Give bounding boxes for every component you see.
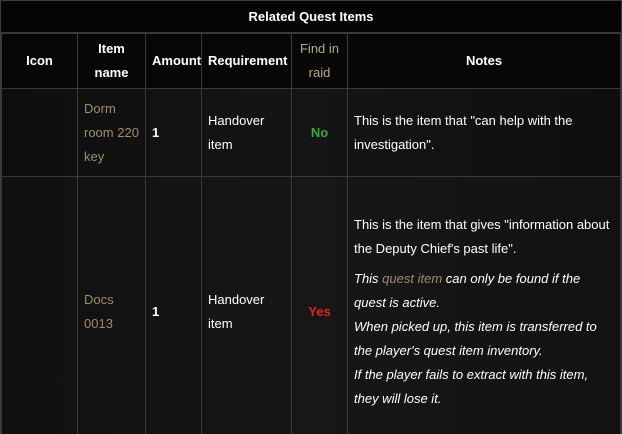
header-item-name-line2: name <box>94 65 129 80</box>
note-extract: If the player fails to extract with this… <box>354 367 589 406</box>
table-header-row: Icon Item name Amount Requirement Find i… <box>1 33 621 89</box>
item-notes: This is the item that "can help with the… <box>347 88 621 177</box>
item-icon-cell <box>1 176 78 434</box>
quest-items-table: Icon Item name Amount Requirement Find i… <box>1 33 621 434</box>
table-row: Dorm room 220 key 1 Handover item No Thi… <box>1 88 621 177</box>
item-requirement: Handover item <box>201 88 292 177</box>
item-amount: 1 <box>145 88 202 177</box>
note-quest-item: This quest item can only be found if the… <box>354 267 614 315</box>
find-in-raid-status: Yes <box>291 176 348 434</box>
header-requirement: Requirement <box>201 33 292 89</box>
table-title: Related Quest Items <box>1 1 621 33</box>
header-find-in-raid-line1: Find in <box>299 41 340 56</box>
item-requirement: Handover item <box>201 176 292 434</box>
item-name-link[interactable]: Docs 0013 <box>77 176 146 434</box>
item-icon-cell <box>1 88 78 177</box>
note-main: This is the item that gives "information… <box>354 217 610 256</box>
note-pickup: When picked up, this item is transferred… <box>354 319 597 358</box>
header-item-name: Item name <box>77 33 146 89</box>
note-italic-prefix: This <box>354 271 383 286</box>
header-notes: Notes <box>347 33 621 89</box>
table-row: Docs 0013 1 Handover item Yes This is th… <box>1 176 621 434</box>
related-quest-items-panel: Related Quest Items Icon Item name Amoun… <box>0 0 622 434</box>
header-icon: Icon <box>1 33 78 89</box>
header-amount: Amount <box>145 33 202 89</box>
item-name-link[interactable]: Dorm room 220 key <box>77 88 146 177</box>
item-amount: 1 <box>145 176 202 434</box>
quest-item-link[interactable]: quest item <box>382 271 442 286</box>
note-main: This is the item that "can help with the… <box>354 112 573 152</box>
header-find-in-raid-line2: raid <box>308 65 331 80</box>
header-find-in-raid: Find in raid <box>291 33 348 89</box>
item-notes: This is the item that gives "information… <box>347 176 621 434</box>
header-item-name-line1: Item <box>98 41 125 56</box>
find-in-raid-status: No <box>291 88 348 177</box>
